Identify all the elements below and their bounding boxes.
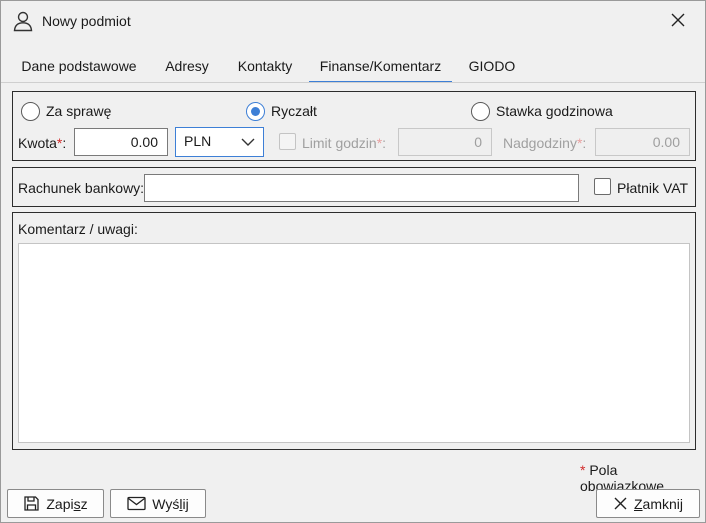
radio-ryczalt[interactable]: Ryczałt — [246, 101, 317, 121]
radio-dot[interactable] — [471, 101, 490, 121]
radio-label-za-sprawe: Za sprawę — [46, 103, 112, 119]
vat-payer-checkbox[interactable] — [594, 178, 611, 195]
amount-label-text: Kwota — [18, 135, 57, 151]
overtime-label-text: Nadgodziny — [503, 135, 577, 151]
save-icon — [24, 496, 40, 511]
hour-limit-checkbox[interactable] — [279, 133, 296, 150]
save-button[interactable]: Zapisz — [7, 489, 104, 518]
label-separator: : — [62, 135, 67, 151]
vat-payer-label: Płatnik VAT — [617, 180, 689, 196]
currency-select[interactable]: PLN — [175, 127, 264, 157]
send-button[interactable]: Wyślij — [110, 489, 206, 518]
chevron-down-icon — [241, 138, 255, 146]
window-title: Nowy podmiot — [42, 13, 131, 29]
currency-value: PLN — [184, 133, 212, 149]
label-separator: : — [582, 135, 587, 151]
comment-group: Komentarz / uwagi: — [12, 212, 696, 450]
radio-label-ryczalt: Ryczałt — [271, 103, 317, 119]
overtime-label: Nadgodziny*: — [503, 134, 586, 152]
tab-dane-podstawowe[interactable]: Dane podstawowe — [16, 53, 142, 83]
close-button-label: Zamknij — [633, 495, 684, 512]
tab-giodo[interactable]: GIODO — [463, 53, 521, 83]
close-icon[interactable] — [665, 7, 691, 33]
tab-bar: Dane podstawowe Adresy Kontakty Finanse/… — [1, 53, 705, 83]
radio-dot[interactable] — [246, 101, 265, 121]
hour-limit-label: Limit godzin*: — [302, 134, 386, 152]
overtime-input[interactable]: 0.00 — [595, 128, 690, 156]
user-icon — [13, 11, 33, 32]
title-bar: Nowy podmiot — [1, 1, 705, 41]
close-button[interactable]: Zamknij — [596, 489, 700, 518]
radio-za-sprawe[interactable]: Za sprawę — [21, 101, 111, 121]
hour-limit-label-text: Limit godzin — [302, 135, 377, 151]
radio-stawka-godzinowa[interactable]: Stawka godzinowa — [471, 101, 613, 121]
send-button-label: Wyślij — [152, 495, 189, 512]
billing-group: Za sprawę Ryczałt Stawka godzinowa Kwota… — [12, 91, 696, 161]
dialog-window: Nowy podmiot Dane podstawowe Adresy Kont… — [0, 0, 706, 523]
label-separator: : — [382, 135, 387, 151]
bank-account-label: Rachunek bankowy: — [18, 180, 145, 196]
save-button-label: Zapisz — [46, 495, 88, 512]
comment-label: Komentarz / uwagi: — [18, 221, 138, 237]
amount-label: Kwota*: — [18, 134, 66, 152]
hour-limit-input[interactable]: 0 — [398, 128, 492, 156]
bank-account-input[interactable] — [144, 174, 579, 202]
tab-divider — [1, 82, 705, 83]
tab-kontakty[interactable]: Kontakty — [231, 53, 299, 83]
bank-group: Rachunek bankowy: Płatnik VAT — [12, 167, 696, 207]
radio-dot[interactable] — [21, 101, 40, 121]
tab-adresy[interactable]: Adresy — [158, 53, 216, 83]
close-icon — [614, 497, 627, 510]
mail-icon — [127, 496, 146, 511]
amount-input[interactable]: 0.00 — [74, 128, 168, 156]
radio-label-stawka-godzinowa: Stawka godzinowa — [496, 103, 613, 119]
comment-textarea[interactable] — [18, 243, 690, 443]
tab-finanse-komentarz[interactable]: Finanse/Komentarz — [309, 53, 452, 83]
